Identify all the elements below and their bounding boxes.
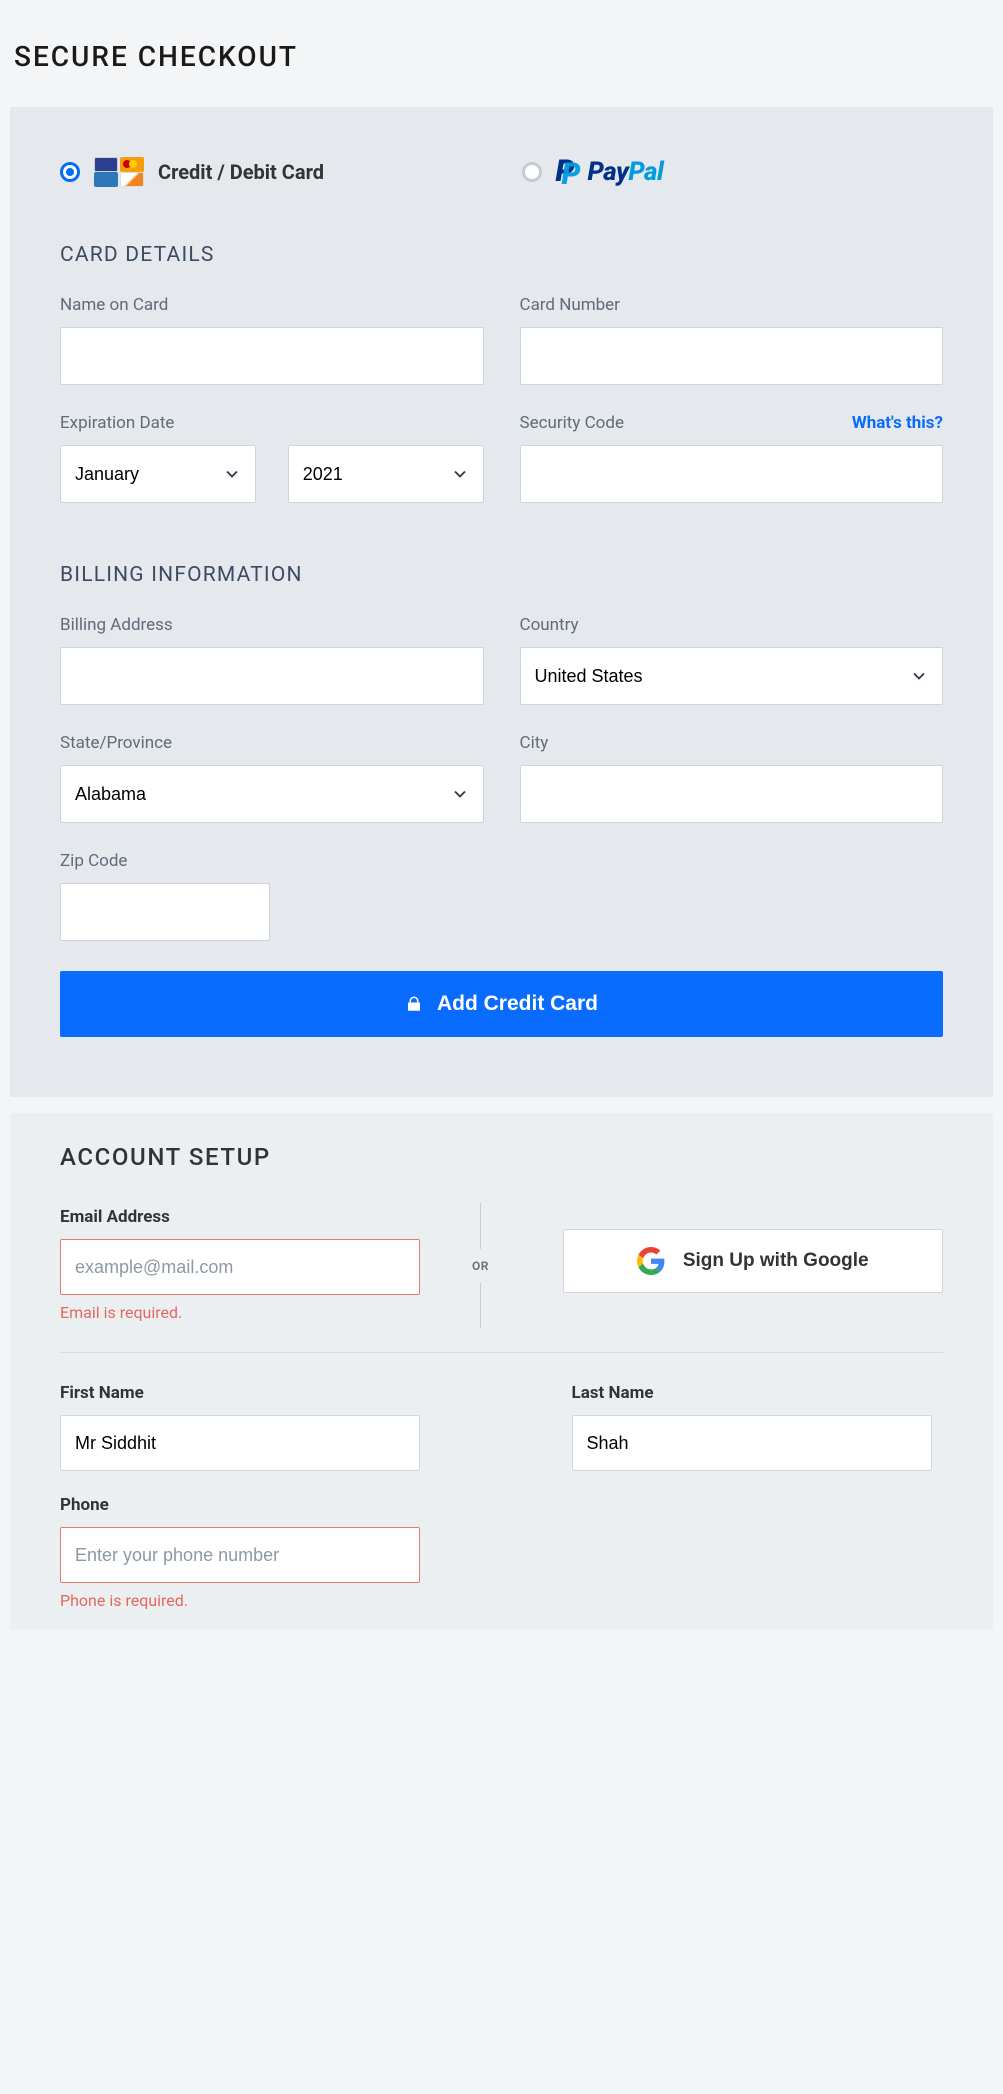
card-number-input[interactable] bbox=[520, 327, 944, 385]
name-on-card-label: Name on Card bbox=[60, 295, 484, 315]
state-label: State/Province bbox=[60, 733, 484, 753]
page-title: SECURE CHECKOUT bbox=[10, 10, 993, 107]
payment-method-group: Credit / Debit Card PP PayPal bbox=[60, 157, 943, 187]
email-label: Email Address bbox=[60, 1207, 441, 1227]
credit-card-option[interactable]: Credit / Debit Card bbox=[60, 157, 482, 187]
or-separator: OR bbox=[441, 1201, 521, 1328]
credit-card-label: Credit / Debit Card bbox=[158, 160, 324, 184]
city-input[interactable] bbox=[520, 765, 944, 823]
add-credit-card-button[interactable]: Add Credit Card bbox=[60, 971, 943, 1037]
expiration-year-select[interactable]: 2021 bbox=[288, 445, 484, 503]
expiration-month-select[interactable]: January bbox=[60, 445, 256, 503]
add-credit-card-label: Add Credit Card bbox=[437, 992, 598, 1016]
last-name-input[interactable] bbox=[572, 1415, 932, 1471]
paypal-logo-icon: PP PayPal bbox=[556, 157, 664, 187]
divider bbox=[60, 1352, 943, 1353]
google-icon bbox=[637, 1247, 665, 1275]
billing-info-heading: BILLING INFORMATION bbox=[60, 563, 943, 587]
security-code-input[interactable] bbox=[520, 445, 944, 503]
or-label: OR bbox=[472, 1259, 489, 1273]
zip-label: Zip Code bbox=[60, 851, 270, 871]
sign-up-with-google-button[interactable]: Sign Up with Google bbox=[563, 1229, 944, 1293]
phone-error-message: Phone is required. bbox=[60, 1591, 420, 1610]
name-on-card-input[interactable] bbox=[60, 327, 484, 385]
card-number-label: Card Number bbox=[520, 295, 944, 315]
credit-card-radio[interactable] bbox=[60, 162, 80, 182]
expiration-label: Expiration Date bbox=[60, 413, 484, 433]
paypal-radio[interactable] bbox=[522, 162, 542, 182]
credit-cards-icon bbox=[94, 157, 144, 187]
zip-input[interactable] bbox=[60, 883, 270, 941]
account-setup-heading: ACCOUNT SETUP bbox=[60, 1143, 943, 1171]
payment-billing-panel: Credit / Debit Card PP PayPal CARD DETAI… bbox=[10, 107, 993, 1097]
billing-address-label: Billing Address bbox=[60, 615, 484, 635]
email-input[interactable] bbox=[60, 1239, 420, 1295]
account-setup-panel: ACCOUNT SETUP Email Address Email is req… bbox=[10, 1113, 993, 1630]
state-select[interactable]: Alabama bbox=[60, 765, 484, 823]
security-code-label: Security Code bbox=[520, 413, 624, 433]
phone-input[interactable] bbox=[60, 1527, 420, 1583]
paypal-option[interactable]: PP PayPal bbox=[522, 157, 944, 187]
city-label: City bbox=[520, 733, 944, 753]
whats-this-link[interactable]: What's this? bbox=[852, 413, 943, 433]
card-details-heading: CARD DETAILS bbox=[60, 243, 943, 267]
email-error-message: Email is required. bbox=[60, 1303, 441, 1322]
country-label: Country bbox=[520, 615, 944, 635]
last-name-label: Last Name bbox=[572, 1383, 944, 1403]
first-name-label: First Name bbox=[60, 1383, 432, 1403]
phone-label: Phone bbox=[60, 1495, 420, 1515]
google-button-label: Sign Up with Google bbox=[683, 1250, 869, 1272]
first-name-input[interactable] bbox=[60, 1415, 420, 1471]
email-or-google-row: Email Address Email is required. OR Sign… bbox=[60, 1201, 943, 1328]
lock-icon bbox=[405, 995, 423, 1013]
billing-address-input[interactable] bbox=[60, 647, 484, 705]
country-select[interactable]: United States bbox=[520, 647, 944, 705]
